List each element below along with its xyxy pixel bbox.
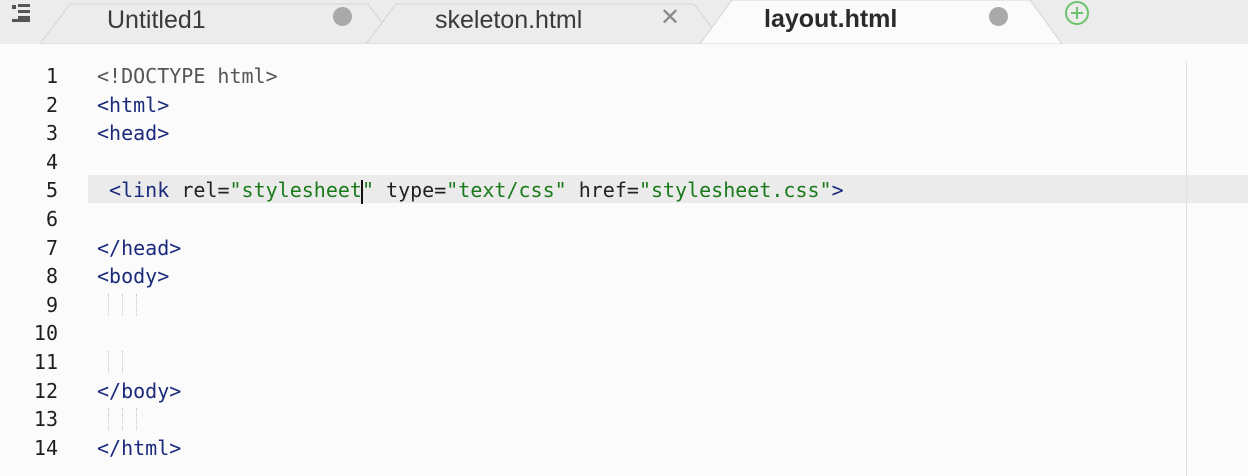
code-line[interactable]: <html> [97, 91, 169, 119]
print-margin-line [1186, 62, 1187, 476]
code-token: <link [109, 178, 170, 203]
menu-icon[interactable] [8, 2, 38, 24]
code-editor[interactable]: 1 2 3 4 5 6 7 8 9 10 11 12 13 14 <!DOCTYPE html> <html… [0, 44, 1248, 476]
line-number: 3 [45, 121, 58, 146]
code-token: = [626, 178, 639, 203]
line-number: 2 [45, 92, 58, 117]
tab-skeleton-html[interactable]: skeleton.html ✕ [366, 0, 726, 44]
code-token: href [578, 178, 627, 203]
code-line[interactable]: <body> [97, 262, 169, 290]
code-token: </html> [97, 435, 182, 460]
line-number: 12 [33, 378, 58, 403]
indent-guide [122, 408, 123, 431]
code-line[interactable]: </head> [97, 234, 181, 262]
code-token: </head> [97, 235, 182, 260]
tab-label: skeleton.html [435, 6, 583, 34]
tab-label: layout.html [764, 5, 898, 33]
line-number: 11 [33, 350, 58, 374]
line-number: 1 [45, 64, 58, 88]
indent-guide [108, 351, 109, 373]
code-token: "stylesheet.css" [638, 178, 832, 203]
indent-guide [136, 293, 137, 316]
tab-layout-html[interactable]: layout.html [700, 0, 1062, 44]
indent-guide [108, 408, 109, 431]
line-number: 4 [45, 149, 58, 174]
code-token: rel [181, 178, 218, 203]
code-line[interactable]: </html> [97, 434, 181, 462]
code-token: <!DOCTYPE html> [97, 64, 278, 88]
code-token: = [217, 178, 230, 203]
line-number: 7 [45, 235, 58, 260]
line-number: 6 [45, 207, 58, 231]
code-line[interactable]: <head> [97, 119, 169, 147]
code-token: type [386, 178, 435, 203]
code-line[interactable]: <!DOCTYPE html> [97, 62, 278, 90]
code-token: " [361, 178, 374, 203]
code-token: "text/css" [446, 178, 567, 203]
modified-dot-icon[interactable] [333, 7, 352, 26]
code-token: <html> [97, 92, 170, 117]
tab-label: Untitled1 [107, 6, 206, 34]
indent-guide [122, 351, 123, 373]
code-line[interactable]: <link rel="stylesheet" type="text/css" h… [97, 176, 844, 204]
indent-guide [136, 408, 137, 431]
line-number-gutter: 1 2 3 4 5 6 7 8 9 10 11 12 13 14 [0, 44, 88, 476]
line-number: 8 [45, 264, 58, 289]
indent-guide [122, 293, 123, 316]
plus-circle-icon[interactable] [1060, 0, 1092, 30]
line-number: 9 [45, 292, 58, 317]
line-number: 5 [45, 178, 58, 203]
line-number: 10 [33, 321, 58, 346]
indent-guide [108, 293, 109, 316]
tab-bar: Untitled1 skeleton.html ✕ layout.html [0, 0, 1248, 44]
line-number: 14 [33, 435, 58, 460]
tab-untitled1[interactable]: Untitled1 [40, 0, 400, 44]
code-token: > [831, 178, 844, 203]
code-token: <head> [97, 121, 170, 146]
code-token: <body> [97, 264, 170, 289]
line-number: 13 [33, 407, 58, 432]
code-line[interactable]: </body> [97, 377, 181, 405]
code-token: </body> [97, 378, 182, 403]
modified-dot-icon[interactable] [989, 7, 1008, 26]
code-token: "stylesheet [229, 178, 362, 203]
code-token: = [434, 178, 447, 203]
close-icon[interactable]: ✕ [660, 6, 680, 30]
